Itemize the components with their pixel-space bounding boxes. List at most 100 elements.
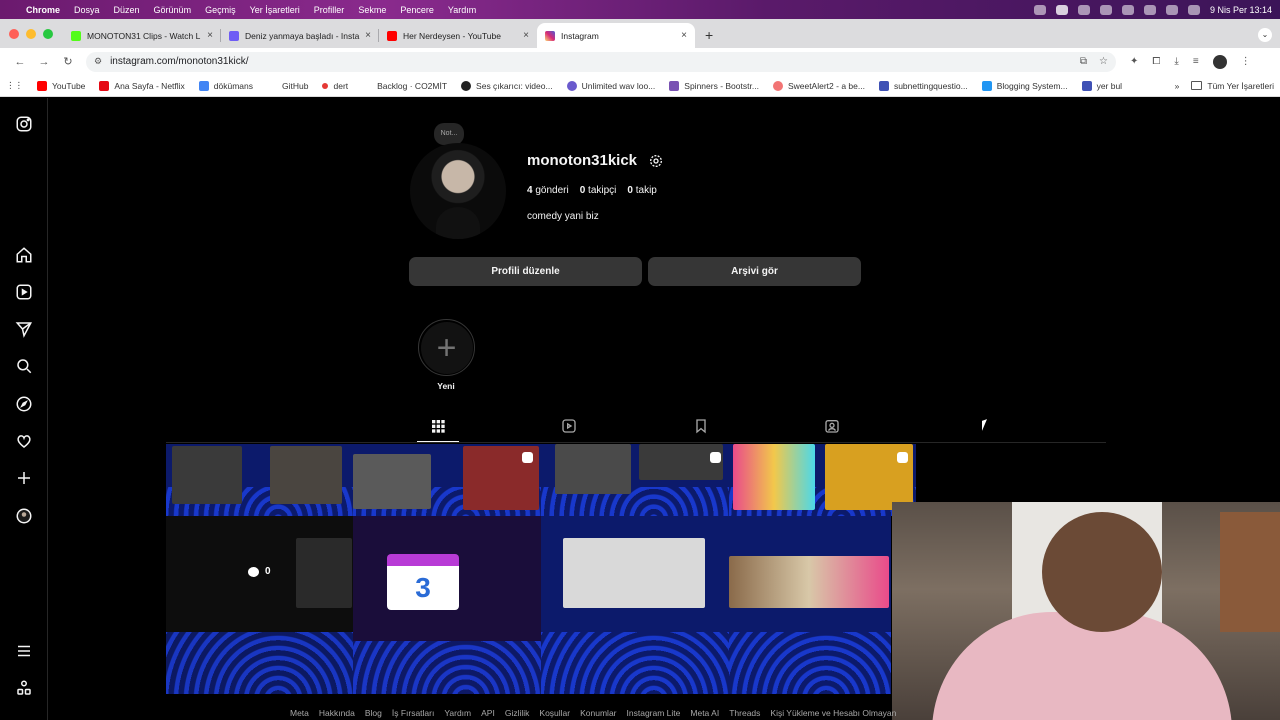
edit-profile-button[interactable]: Profili düzenle (409, 257, 642, 286)
install-app-icon[interactable]: ⧉ (1080, 56, 1087, 67)
tab-instagram[interactable]: Instagram × (537, 23, 695, 48)
home-icon[interactable] (14, 245, 34, 265)
profile-avatar-icon[interactable] (1212, 54, 1227, 69)
bookmark-github[interactable]: GitHub (267, 80, 308, 91)
address-url[interactable]: instagram.com/monoton31kick/ (110, 56, 1068, 67)
all-bookmarks-folder[interactable]: Tüm Yer İşaretleri (1191, 81, 1274, 91)
reels-icon[interactable] (14, 282, 34, 302)
reload-icon[interactable]: ↻ (56, 55, 80, 68)
tab-close-icon[interactable]: × (523, 30, 529, 41)
tagged-tab-icon[interactable] (824, 418, 840, 434)
menu-app-name[interactable]: Chrome (26, 5, 60, 15)
bookmark-netflix[interactable]: Ana Sayfa - Netflix (99, 80, 185, 91)
menu-item-pencere[interactable]: Pencere (400, 5, 434, 15)
wifi-icon[interactable] (1121, 4, 1134, 15)
settings-gear-icon[interactable] (648, 153, 664, 169)
explore-compass-icon[interactable] (14, 394, 34, 414)
messages-send-icon[interactable] (14, 319, 34, 339)
post-tile[interactable]: 0 (166, 516, 353, 694)
search-icon[interactable] (14, 356, 34, 376)
bookmark-youtube[interactable]: YouTube (37, 80, 85, 91)
menu-item-gorunum[interactable]: Görünüm (154, 5, 192, 15)
footer-link-about[interactable]: Hakkında (319, 708, 355, 718)
forward-arrow-icon[interactable]: → (32, 56, 56, 68)
menu-item-yer-isaretleri[interactable]: Yer İşaretleri (250, 5, 300, 15)
menu-item-dosya[interactable]: Dosya (74, 5, 100, 15)
menu-item-yardim[interactable]: Yardım (448, 5, 476, 15)
following-count[interactable]: 0 takip (627, 185, 656, 196)
post-tile[interactable]: 3 (353, 516, 541, 694)
more-bookmarks-chevron-icon[interactable]: » (1175, 81, 1180, 91)
meta-apps-icon[interactable] (14, 678, 34, 698)
tab-instagram-video[interactable]: Deniz yanmaya başladı - Insta × (221, 23, 379, 48)
bookmark-dert[interactable]: dert (322, 81, 348, 91)
kebab-menu-icon[interactable]: ⋮ (1241, 56, 1251, 67)
control-toggles-icon[interactable] (1165, 4, 1178, 15)
menu-item-profiller[interactable]: Profiller (314, 5, 345, 15)
menu-bar-clock[interactable]: 9 Nis Per 13:14 (1210, 5, 1272, 15)
menu-item-duzen[interactable]: Düzen (114, 5, 140, 15)
bookmark-dokumans[interactable]: dökümans (198, 80, 253, 91)
bookmark-subnetting[interactable]: subnettingquestio... (878, 80, 968, 91)
instagram-logo-icon[interactable] (14, 114, 34, 134)
maximize-window-button[interactable] (43, 29, 53, 39)
tab-search-icon[interactable]: ⌄ (1258, 28, 1272, 42)
footer-link-meta[interactable]: Meta (290, 708, 309, 718)
minimize-window-button[interactable] (26, 29, 36, 39)
menu-item-sekme[interactable]: Sekme (358, 5, 386, 15)
footer-link-terms[interactable]: Koşullar (539, 708, 570, 718)
battery-icon[interactable] (1099, 4, 1112, 15)
bookmark-yer-bul[interactable]: yer bul (1081, 80, 1122, 91)
footer-link-threads[interactable]: Threads (729, 708, 760, 718)
notifications-heart-icon[interactable] (14, 431, 34, 451)
posts-grid-tab-icon[interactable] (430, 418, 446, 434)
bookmark-unlimited-wav[interactable]: Unlimited wav loo... (566, 80, 655, 91)
footer-link-locations[interactable]: Konumlar (580, 708, 616, 718)
more-menu-icon[interactable] (14, 641, 34, 661)
bookmark-blogging[interactable]: Blogging System... (981, 80, 1068, 91)
post-tile[interactable] (541, 444, 729, 516)
footer-link-contact-upload[interactable]: Kişi Yükleme ve Hesabı Olmayan (770, 708, 896, 718)
siri-icon[interactable] (1187, 4, 1200, 15)
footer-link-help[interactable]: Yardım (444, 708, 471, 718)
note-bubble[interactable]: Not... (434, 123, 464, 145)
tab-close-icon[interactable]: × (681, 30, 687, 41)
extension-icon[interactable]: ✦ (1130, 56, 1138, 67)
close-window-button[interactable] (9, 29, 19, 39)
post-tile[interactable] (353, 444, 541, 516)
footer-link-jobs[interactable]: İş Fırsatları (392, 708, 435, 718)
tab-close-icon[interactable]: × (207, 30, 213, 41)
tab-kick-clips[interactable]: MONOTON31 Clips - Watch L × (63, 23, 221, 48)
saved-tab-icon[interactable] (693, 418, 709, 434)
footer-link-instagram-lite[interactable]: Instagram Lite (627, 708, 681, 718)
post-tile[interactable] (541, 516, 729, 694)
new-tab-button[interactable]: + (695, 27, 723, 48)
control-center-icon[interactable] (1033, 4, 1046, 15)
new-highlight-button[interactable]: + (418, 319, 475, 376)
post-tile[interactable] (166, 444, 353, 516)
view-archive-button[interactable]: Arşivi gör (648, 257, 861, 286)
reels-tab-icon[interactable] (561, 418, 577, 434)
puzzle-extensions-icon[interactable]: ⧠ (1152, 56, 1160, 67)
back-arrow-icon[interactable]: ← (8, 56, 32, 68)
footer-link-blog[interactable]: Blog (365, 708, 382, 718)
bookmark-spinners[interactable]: Spinners - Bootstr... (669, 80, 759, 91)
download-icon[interactable]: ⤓ (1174, 56, 1178, 67)
bookmark-ses-cikarici[interactable]: Ses çıkarıcı: video... (461, 80, 553, 91)
screen-record-icon[interactable] (1055, 4, 1068, 15)
apps-grid-icon[interactable]: ⋮⋮ (6, 80, 23, 91)
footer-link-privacy[interactable]: Gizlilik (505, 708, 530, 718)
tab-youtube[interactable]: Her Nerdeysen - YouTube × (379, 23, 537, 48)
tab-close-icon[interactable]: × (365, 30, 371, 41)
address-bar[interactable]: ⚙ instagram.com/monoton31kick/ ⧉ ☆ (86, 51, 1116, 72)
followers-count[interactable]: 0 takipçi (580, 185, 617, 196)
post-tile[interactable] (729, 516, 891, 694)
profile-avatar-nav-icon[interactable] (14, 506, 34, 526)
bookmark-star-icon[interactable]: ☆ (1099, 56, 1108, 67)
site-info-icon[interactable]: ⚙ (94, 56, 102, 67)
profile-avatar[interactable] (410, 143, 506, 239)
bookmark-backlog[interactable]: Backlog · CO2MİT (362, 80, 447, 91)
post-tile[interactable] (729, 444, 916, 516)
create-plus-icon[interactable] (14, 468, 34, 488)
bookmark-sweetalert[interactable]: SweetAlert2 - a be... (772, 80, 865, 91)
